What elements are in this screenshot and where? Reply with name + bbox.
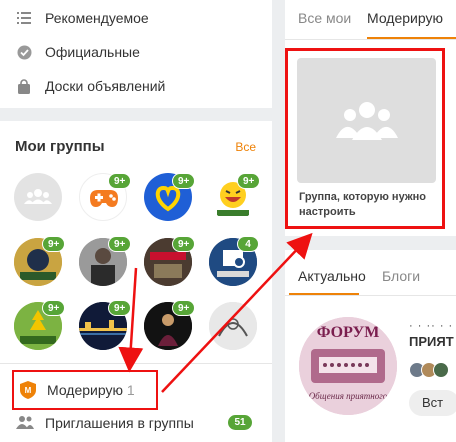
unconfigured-group-card[interactable]: Группа, которую нужно настроить (285, 48, 445, 229)
group-people-icon (335, 101, 398, 140)
tab-moderating[interactable]: Модерирую (367, 10, 443, 26)
svg-text:ФОРУМ: ФОРУМ (317, 324, 380, 341)
groups-all-link[interactable]: Все (235, 140, 256, 154)
feed-panel: Актуально Блоги ФОРУМ Общения приятного … (285, 250, 456, 442)
moderated-groups-panel: Все мои Модерирую Группа, которую нужно … (285, 0, 456, 236)
invitations-count: 51 (228, 415, 252, 430)
tab-actual[interactable]: Актуально (298, 268, 366, 284)
users-icon (16, 415, 34, 434)
forum-group-image[interactable]: ФОРУМ Общения приятного (299, 317, 397, 415)
svg-text:M: M (25, 386, 32, 395)
post-title[interactable]: ПРИЯТ (409, 334, 454, 349)
tab-blogs[interactable]: Блоги (382, 268, 420, 284)
group-badge: 4 (237, 236, 259, 252)
tabs-divider (285, 295, 456, 296)
nav-label-official: Официальные (45, 44, 140, 60)
group-badge: 9+ (237, 173, 261, 189)
group-badge: 9+ (172, 300, 196, 316)
moderating-label: Модерирую (47, 382, 123, 398)
group-badge: 9+ (42, 236, 66, 252)
verified-icon (16, 44, 32, 60)
group-placeholder-icon (24, 189, 52, 204)
group-placeholder-image (297, 58, 436, 183)
post-decoration: · · ·· · · • • (409, 320, 456, 332)
tab-all-mine[interactable]: Все мои (298, 10, 351, 26)
join-button[interactable]: Вст (409, 390, 456, 416)
groups-title: Мои группы (15, 138, 105, 155)
nav-item-recommended[interactable]: Рекомендуемое (0, 3, 272, 33)
group-avatar-row3-4[interactable] (209, 302, 257, 350)
moderating-count: 1 (126, 382, 135, 398)
tabs-divider (285, 39, 456, 40)
nav-label-ads-board: Доски объявлений (45, 78, 166, 94)
invitations-label[interactable]: Приглашения в группы (45, 415, 194, 431)
nav-item-official[interactable]: Официальные (0, 37, 272, 67)
svg-text:Общения приятного: Общения приятного (309, 391, 388, 401)
list-icon (16, 10, 32, 26)
moderator-shield-icon: M (20, 381, 36, 404)
group-avatar-placeholder[interactable] (14, 173, 62, 221)
group-badge: 9+ (172, 236, 196, 252)
nav-label-recommended: Рекомендуемое (45, 10, 149, 26)
divider (0, 363, 272, 364)
group-badge: 9+ (108, 300, 132, 316)
group-badge: 9+ (108, 173, 132, 189)
group-badge: 9+ (42, 300, 66, 316)
avatar (433, 362, 449, 378)
member-avatars (409, 362, 456, 378)
group-badge: 9+ (108, 236, 132, 252)
moderating-item[interactable]: M Модерирую 1 (12, 370, 158, 410)
nav-card: Рекомендуемое Официальные Доски объявлен… (0, 0, 272, 108)
group-badge: 9+ (172, 173, 196, 189)
shopping-bag-icon (16, 78, 32, 94)
nav-item-ads-board[interactable]: Доски объявлений (0, 71, 272, 101)
left-column: Рекомендуемое Официальные Доски объявлен… (0, 0, 272, 442)
group-card-text: Группа, которую нужно настроить (299, 191, 426, 218)
